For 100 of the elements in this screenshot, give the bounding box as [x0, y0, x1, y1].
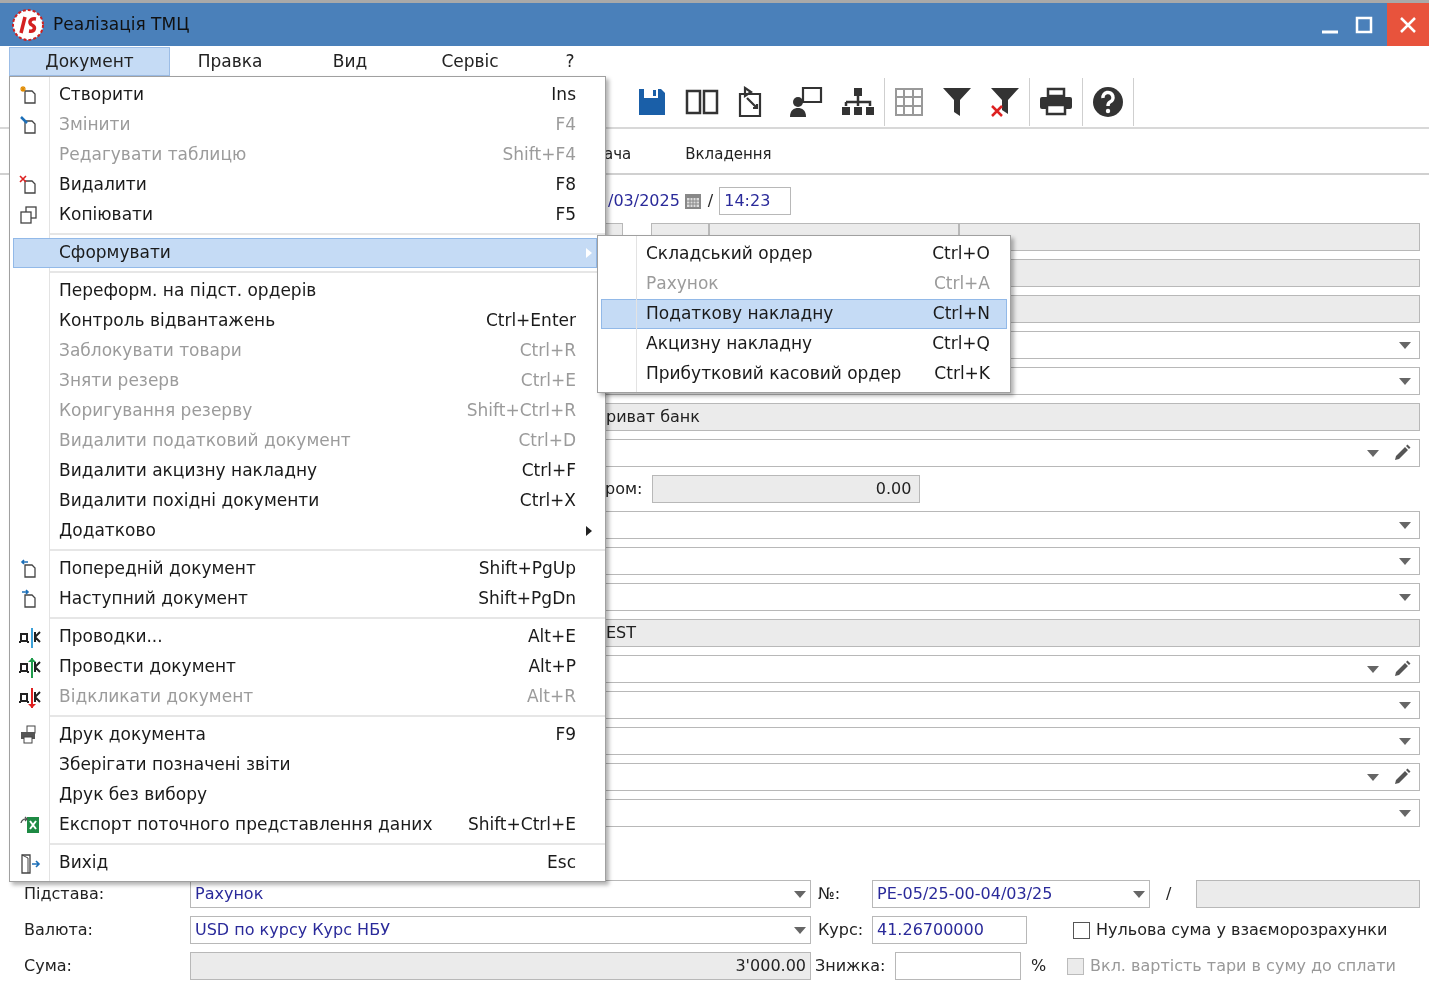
- checkbox-label: Нульова сума у взаєморозрахунки: [1096, 919, 1388, 941]
- pencil-icon[interactable]: [1393, 768, 1411, 786]
- dropdown-arrow-icon[interactable]: [794, 890, 806, 898]
- menu-item[interactable]: Попередній документ Shift+PgUp: [13, 554, 597, 584]
- field-label: Знижка:: [815, 955, 887, 977]
- dropdown-field[interactable]: PE-05/25-00-04/03/25: [872, 880, 1150, 908]
- tab[interactable]: Вкладення: [685, 142, 772, 166]
- menu-item[interactable]: Наступний документ Shift+PgDn: [13, 584, 597, 614]
- pencil-icon[interactable]: [1393, 444, 1411, 462]
- checkbox-label: Вкл. вартість тари в суму до сплати: [1090, 955, 1396, 977]
- dropdown-field[interactable]: [605, 763, 1420, 791]
- readonly-field: риват банк: [605, 403, 1420, 431]
- close-icon[interactable]: [1399, 15, 1417, 34]
- menu-item[interactable]: Прибутковий касовий ордер Ctrl+K: [601, 359, 1007, 389]
- new-document-icon: [19, 85, 39, 105]
- field-label: Сума:: [24, 955, 73, 977]
- dropdown-arrow-icon[interactable]: [1399, 737, 1411, 745]
- maximize-icon[interactable]: [1355, 15, 1373, 34]
- dropdown-field[interactable]: [605, 547, 1420, 575]
- dropdown-field[interactable]: [605, 655, 1420, 683]
- checkbox[interactable]: [1073, 921, 1090, 939]
- field-label: Підстава:: [24, 883, 106, 905]
- time-field[interactable]: 14:23: [719, 187, 792, 215]
- dropdown-arrow-icon[interactable]: [794, 926, 806, 934]
- exit-icon: [19, 853, 41, 875]
- dropdown-arrow-icon[interactable]: [1367, 449, 1379, 457]
- date-field[interactable]: /03/2025: [608, 189, 680, 213]
- menu-item[interactable]: Податкову накладну Ctrl+N: [601, 299, 1007, 329]
- discount-field[interactable]: [895, 952, 1021, 980]
- menubar-item[interactable]: ?: [530, 47, 610, 76]
- dropdown-arrow-icon[interactable]: [1399, 377, 1411, 385]
- menu-item[interactable]: Вихід Esc: [13, 848, 597, 878]
- menu-item[interactable]: Контроль відвантажень Ctrl+Enter: [13, 306, 597, 336]
- submenu-arrow-icon: [586, 248, 592, 258]
- menu-item[interactable]: Копіювати F5: [13, 200, 597, 230]
- readonly-field: EST: [605, 619, 1420, 647]
- field-label: ром:: [605, 478, 643, 500]
- menu-item[interactable]: Додатково: [13, 516, 597, 546]
- logo-icon: [12, 8, 44, 41]
- clear-filter-icon[interactable]: [990, 86, 1020, 118]
- dropdown-arrow-icon[interactable]: [1133, 890, 1145, 898]
- next-document-icon: [19, 589, 39, 609]
- edit-document-icon: [19, 115, 39, 135]
- dropdown-field[interactable]: [605, 583, 1420, 611]
- dropdown-field[interactable]: [605, 799, 1420, 827]
- hierarchy-icon[interactable]: [841, 87, 875, 117]
- field-label: Курс:: [818, 919, 865, 941]
- menubar-item[interactable]: Правка: [170, 47, 290, 76]
- printer-icon[interactable]: [1039, 87, 1073, 117]
- menu-item[interactable]: Друк без вибору: [13, 780, 597, 810]
- menu-item[interactable]: Видалити похідні документи Ctrl+X: [13, 486, 597, 516]
- date-time-separator: /: [706, 190, 715, 212]
- dropdown-arrow-icon[interactable]: [1399, 557, 1411, 565]
- menu-item[interactable]: Сформувати: [13, 238, 597, 268]
- dropdown-arrow-icon[interactable]: [1399, 809, 1411, 817]
- dropdown-field[interactable]: [605, 691, 1420, 719]
- sum-field: 3'000.00: [190, 952, 811, 980]
- window-title: Реалізація ТМЦ: [53, 12, 190, 36]
- dropdown-arrow-icon[interactable]: [1399, 521, 1411, 529]
- dropdown-arrow-icon[interactable]: [1367, 665, 1379, 673]
- tab[interactable]: ача: [604, 142, 632, 166]
- dropdown-field[interactable]: [605, 511, 1420, 539]
- percent-label: %: [1031, 955, 1048, 977]
- menu-item[interactable]: Видалити F8: [13, 170, 597, 200]
- dropdown-arrow-icon[interactable]: [1399, 341, 1411, 349]
- dropdown-arrow-icon[interactable]: [1399, 701, 1411, 709]
- menu-item[interactable]: Створити Ins: [13, 80, 597, 110]
- dropdown-arrow-icon[interactable]: [1399, 593, 1411, 601]
- menu-item[interactable]: Провести документ Alt+P: [13, 652, 597, 682]
- menubar-item[interactable]: Документ: [9, 47, 170, 76]
- field-label: №:: [818, 883, 842, 905]
- menu-item[interactable]: Переформ. на підст. ордерів: [13, 276, 597, 306]
- save-icon[interactable]: [637, 87, 667, 117]
- rate-field[interactable]: 41.26700000: [872, 916, 1027, 944]
- pencil-icon[interactable]: [1393, 660, 1411, 678]
- menu-item[interactable]: Зберігати позначені звіти: [13, 750, 597, 780]
- close-button[interactable]: [1387, 3, 1429, 46]
- dropdown-field[interactable]: [605, 727, 1420, 755]
- submenu-arrow-icon: [586, 526, 592, 536]
- calendar-icon[interactable]: [683, 192, 702, 210]
- dropdown-field[interactable]: USD по курсу Курс НБУ: [190, 916, 811, 944]
- grid-icon[interactable]: [894, 87, 924, 117]
- menu-item[interactable]: Складський ордер Ctrl+O: [601, 239, 1007, 269]
- filter-icon[interactable]: [942, 86, 972, 118]
- menu-item[interactable]: Проводки... Alt+E: [13, 622, 597, 652]
- field-separator: /: [1166, 883, 1173, 905]
- menu-item[interactable]: Експорт поточного представлення даних Shift+Ctrl+E: [13, 810, 597, 840]
- menubar-item[interactable]: Сервіс: [410, 47, 530, 76]
- menubar-item[interactable]: Вид: [290, 47, 410, 76]
- amount-field: 0.00: [652, 475, 921, 503]
- previous-document-icon: [19, 559, 39, 579]
- help-icon[interactable]: [1092, 86, 1124, 118]
- user-document-icon[interactable]: [789, 86, 823, 118]
- book-icon[interactable]: [685, 87, 719, 117]
- dropdown-field[interactable]: [605, 439, 1420, 467]
- menu-item[interactable]: Акцизну накладну Ctrl+Q: [601, 329, 1007, 359]
- menu-item[interactable]: Друк документа F9: [13, 720, 597, 750]
- menu-item[interactable]: Видалити акцизну накладну Ctrl+F: [13, 456, 597, 486]
- dropdown-arrow-icon[interactable]: [1367, 773, 1379, 781]
- excel-export-icon: [19, 815, 41, 835]
